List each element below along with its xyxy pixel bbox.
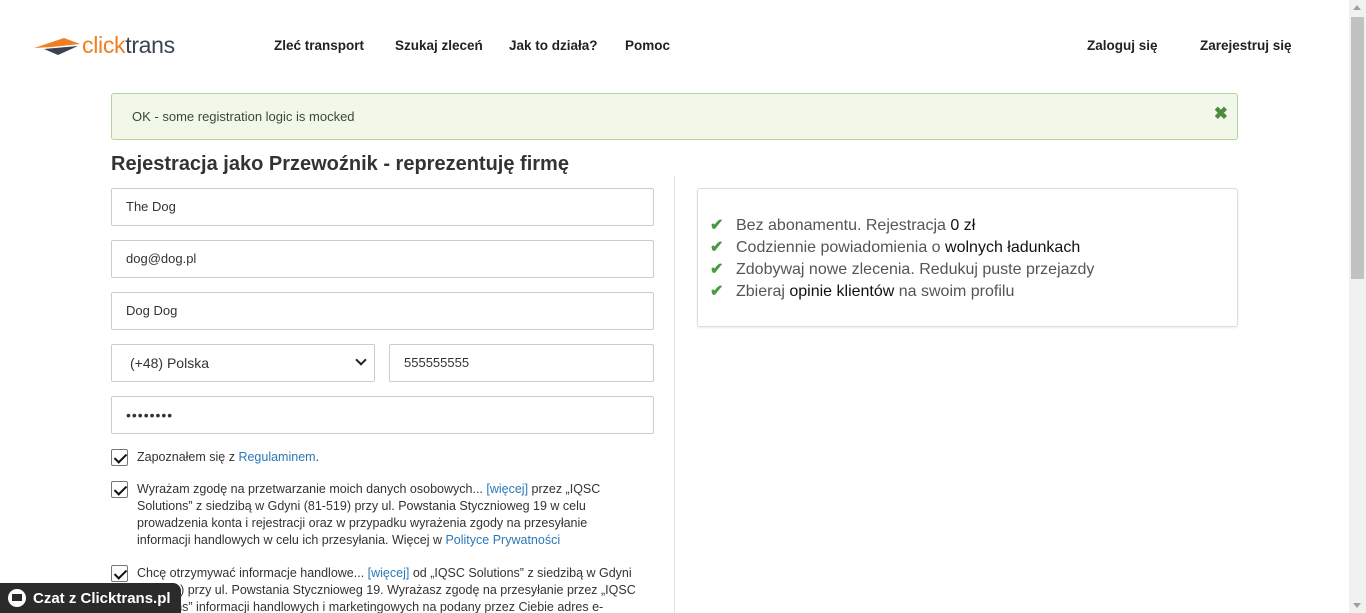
nav-item-jak-to-dziala[interactable]: Jak to działa? <box>509 38 598 53</box>
terms-label-end: . <box>315 450 320 464</box>
benefit-item: ✔ Bez abonamentu. Rejestracja 0 zł <box>710 217 976 234</box>
nav-item-szukaj-zlecen[interactable]: Szukaj zleceń <box>395 38 483 53</box>
scrollbar-thumb[interactable] <box>1351 17 1364 279</box>
check-icon: ✔ <box>710 239 724 256</box>
consent2-line2: Solutions” z siedzibą w Gdyni (81-519) p… <box>137 499 586 513</box>
terms-consent: Zapoznałem się z Regulaminem. <box>111 449 656 469</box>
phone-field[interactable]: 555555555 <box>389 344 654 382</box>
header: clicktrans Zleć transport Szukaj zleceń … <box>0 0 1349 90</box>
data-processing-consent: Wyrażam zgodę na przetwarzanie moich dan… <box>111 481 656 551</box>
check-icon: ✔ <box>710 283 724 300</box>
chevron-down-icon <box>355 354 367 366</box>
consent2-line3: prowadzenia konta i rejestracji oraz w p… <box>137 516 588 530</box>
terms-link[interactable]: Regulaminem <box>238 450 315 464</box>
consent2-more-link[interactable]: [więcej] <box>486 482 528 496</box>
close-icon[interactable]: ✖ <box>1214 104 1228 124</box>
logo[interactable]: clicktrans <box>34 32 175 59</box>
benefits-box: ✔ Bez abonamentu. Rejestracja 0 zł ✔ Codzi… <box>697 188 1238 327</box>
logo-text-trans: trans <box>125 32 175 58</box>
marketing-consent: Chcę otrzymywać informacje handlowe... [… <box>111 565 656 613</box>
consent2-line1: Wyrażam zgodę na przetwarzanie moich dan… <box>137 482 487 496</box>
consent3-line3: Solutions” informacji handlowych i marke… <box>137 600 604 613</box>
register-link[interactable]: Zarejestruj się <box>1200 38 1292 53</box>
benefit-item: ✔ Zbieraj opinie klientów na swoim profil… <box>710 283 1015 300</box>
check-icon: ✔ <box>710 261 724 278</box>
alert-message: OK - some registration logic is mocked <box>132 109 355 124</box>
login-link[interactable]: Zaloguj się <box>1087 38 1158 53</box>
column-divider <box>674 176 675 613</box>
consent3-line1: Chcę otrzymywać informacje handlowe... <box>137 566 368 580</box>
country-code-select[interactable]: (+48) Polska <box>111 344 375 382</box>
logo-text-click: click <box>82 32 126 58</box>
logo-arrow-icon <box>34 37 80 55</box>
consent3-line2: (81-519) przy ul. Powstania Stycznioweg … <box>137 583 636 597</box>
page-title: Rejestracja jako Przewoźnik - reprezentu… <box>111 153 569 175</box>
scroll-up-icon[interactable] <box>1353 5 1361 10</box>
full-name-field[interactable]: Dog Dog <box>111 292 654 330</box>
benefit-item: ✔ Zdobywaj nowe zlecenia. Redukuj puste p… <box>710 261 1095 278</box>
terms-label: Zapoznałem się z <box>137 450 239 464</box>
benefit-item: ✔ Codziennie powiadomienia o wolnych ładu… <box>710 239 1081 256</box>
chat-button[interactable]: Czat z Clicktrans.pl <box>0 583 181 613</box>
consent3-line1-end: od „IQSC Solutions” z siedzibą w Gdyni <box>409 566 632 580</box>
data-processing-checkbox[interactable] <box>111 481 128 498</box>
terms-checkbox[interactable] <box>111 449 128 466</box>
email-field[interactable]: dog@dog.pl <box>111 240 654 278</box>
page-scrollbar[interactable] <box>1349 0 1366 613</box>
consent2-line1-end: przez „IQSC <box>528 482 601 496</box>
consent2-line4: informacji handlowych w celu ich przesył… <box>137 533 446 547</box>
marketing-checkbox[interactable] <box>111 565 128 582</box>
mail-icon <box>8 589 26 607</box>
country-code-value: (+48) Polska <box>130 355 209 371</box>
password-field[interactable]: •••••••• <box>111 396 654 434</box>
success-alert: OK - some registration logic is mocked ✖ <box>111 93 1238 140</box>
chat-label: Czat z Clicktrans.pl <box>33 589 171 607</box>
company-name-field[interactable]: The Dog <box>111 188 654 226</box>
scroll-down-icon[interactable] <box>1353 603 1361 608</box>
consent3-more-link[interactable]: [więcej] <box>368 566 410 580</box>
check-icon: ✔ <box>710 217 724 234</box>
privacy-policy-link[interactable]: Polityce Prywatności <box>445 533 560 547</box>
nav-item-zlec-transport[interactable]: Zleć transport <box>274 38 364 53</box>
nav-item-pomoc[interactable]: Pomoc <box>625 38 670 53</box>
